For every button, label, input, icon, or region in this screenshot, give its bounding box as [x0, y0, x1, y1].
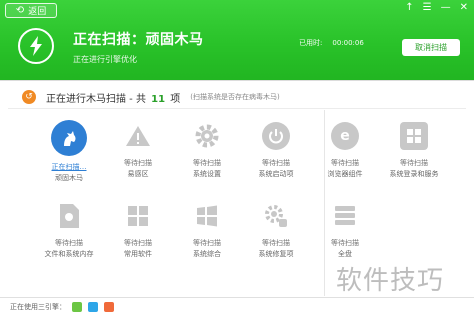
- scan-item[interactable]: 等待扫描 常用软件: [103, 202, 173, 259]
- repair-icon: [262, 202, 290, 230]
- content-divider: [324, 110, 325, 296]
- item-status: 正在扫描…: [51, 163, 87, 171]
- item-status: 等待扫描: [400, 159, 428, 167]
- engine-1-icon[interactable]: [72, 302, 82, 312]
- warning-icon: [124, 122, 152, 150]
- engine-footer: 正在使用三引擎：: [10, 302, 114, 312]
- item-label: 文件和系统内存: [44, 250, 94, 258]
- scan-item[interactable]: 等待扫描 系统启动项: [241, 122, 311, 179]
- item-status: 等待扫描: [193, 239, 221, 247]
- engine-3-icon[interactable]: [104, 302, 114, 312]
- file-icon: [55, 202, 83, 230]
- scan-item[interactable]: e 等待扫描 浏览器组件: [310, 122, 380, 179]
- engine-label: 正在使用三引擎：: [10, 303, 66, 311]
- item-status: 等待扫描: [331, 239, 359, 247]
- item-label: 浏览器组件: [327, 170, 363, 178]
- disk-icon: [331, 202, 359, 230]
- power-icon: [262, 122, 290, 150]
- windows-icon: [193, 202, 221, 230]
- scan-item[interactable]: 等待扫描 系统综合: [172, 202, 242, 259]
- item-label: 常用软件: [124, 250, 152, 258]
- item-label: 系统综合: [193, 250, 221, 258]
- item-label: 易感区: [127, 170, 149, 178]
- item-status: 等待扫描: [193, 159, 221, 167]
- scan-item[interactable]: 等待扫描 全盘: [310, 202, 380, 259]
- watermark-text: 软件技巧: [336, 266, 445, 296]
- item-label: 全盘: [338, 250, 352, 258]
- item-status: 等待扫描: [331, 159, 359, 167]
- browser-icon: e: [331, 122, 359, 150]
- item-label: 系统设置: [193, 170, 221, 178]
- scan-item[interactable]: 正在扫描… 顽固木马: [34, 120, 104, 183]
- item-label: 系统启动项: [258, 170, 294, 178]
- footer-divider: [0, 297, 474, 298]
- apps-icon: [124, 202, 152, 230]
- scan-item[interactable]: 等待扫描 系统设置: [172, 122, 242, 179]
- scan-item[interactable]: 等待扫描 文件和系统内存: [34, 202, 104, 259]
- item-label: 系统修复项: [258, 250, 294, 258]
- puzzle-icon: [400, 122, 428, 150]
- item-status: 等待扫描: [262, 159, 290, 167]
- scan-item[interactable]: 等待扫描 系统修复项: [241, 202, 311, 259]
- item-label: 系统登录和服务: [389, 170, 439, 178]
- item-status: 等待扫描: [55, 239, 83, 247]
- scan-item[interactable]: 等待扫描 易感区: [103, 122, 173, 179]
- scan-item[interactable]: 等待扫描 系统登录和服务: [379, 122, 449, 179]
- item-status: 等待扫描: [124, 239, 152, 247]
- horse-icon: [51, 120, 87, 156]
- item-status: 等待扫描: [262, 239, 290, 247]
- gear-icon: [193, 122, 221, 150]
- engine-2-icon[interactable]: [88, 302, 98, 312]
- item-status: 等待扫描: [124, 159, 152, 167]
- item-label: 顽固木马: [55, 174, 83, 182]
